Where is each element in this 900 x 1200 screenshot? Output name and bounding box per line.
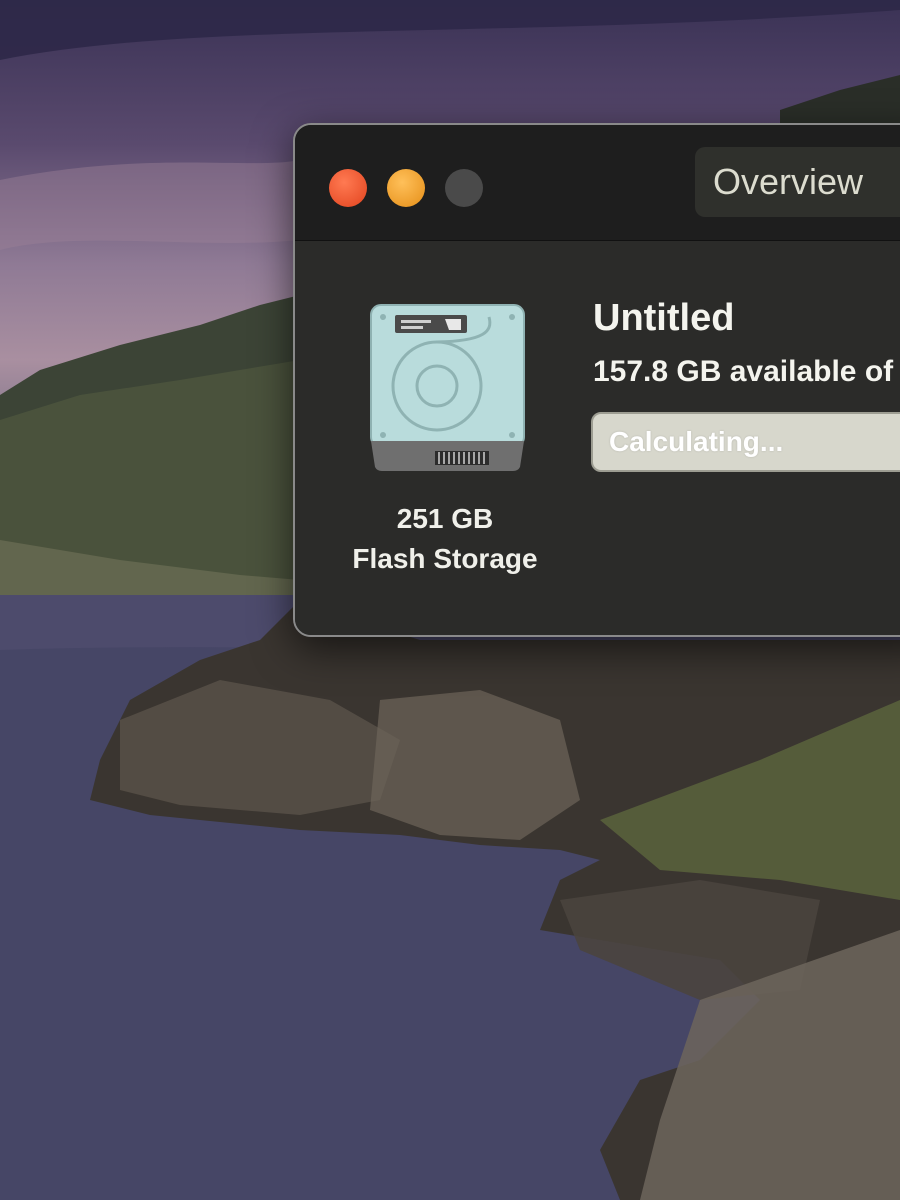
minimize-window-button[interactable] [387, 169, 425, 207]
volume-name: Untitled [593, 297, 735, 339]
storage-info-window: Overview 251 GB Flash Storage Untitled 1… [293, 123, 900, 637]
zoom-window-button[interactable] [445, 169, 483, 207]
hard-drive-icon [370, 304, 525, 471]
disk-capacity: 251 GB [396, 503, 494, 534]
storage-status-label: Calculating... [609, 426, 784, 457]
window-titlebar[interactable]: Overview [295, 125, 900, 241]
volume-available-space: 157.8 GB available of [593, 355, 894, 388]
storage-panel: 251 GB Flash Storage Untitled 157.8 GB a… [295, 241, 900, 635]
disk-type: Flash Storage [352, 543, 538, 574]
tab-overview[interactable]: Overview [695, 147, 900, 217]
storage-usage-bar[interactable]: Calculating... [591, 412, 900, 472]
desktop: Overview 251 GB Flash Storage Untitled 1… [0, 0, 900, 1200]
close-window-button[interactable] [329, 169, 367, 207]
